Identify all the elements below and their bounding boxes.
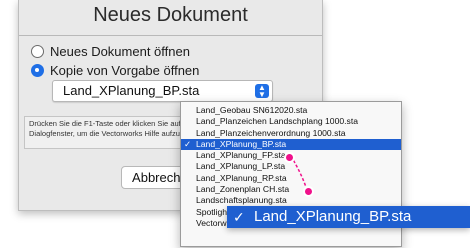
menu-item[interactable]: Land_XPlanung_LP.sta: [181, 161, 401, 172]
menu-item-label: Land_XPlanung_FP.sta: [196, 150, 286, 161]
menu-item-label: Land_XPlanung_BP.sta: [196, 138, 287, 149]
menu-item[interactable]: Land_XPlanung_RP.sta: [181, 173, 401, 184]
chevron-updown-icon[interactable]: ▲ ▼: [255, 84, 269, 99]
menu-item[interactable]: ✓ Land_XPlanung_BP.sta: [181, 138, 401, 151]
menu-item-label: Land_Zonenplan CH.sta: [196, 184, 290, 195]
menu-item-label: Land_XPlanung_LP.sta: [196, 161, 286, 172]
menu-item[interactable]: Landschaftsplanung.sta: [181, 195, 401, 206]
new-document-label: Neues Dokument öffnen: [50, 43, 190, 59]
menu-item-label: Land_Planzeichenverordnung 1000.sta: [196, 127, 346, 138]
radio-template[interactable]: [31, 63, 44, 77]
checkmark-icon: ✓: [233, 209, 245, 225]
template-popup-button[interactable]: Land_XPlanung_BP.sta ▲ ▼: [52, 80, 273, 102]
zoomed-item-label: Land_XPlanung_BP.sta: [254, 208, 412, 225]
pointer-dot-end: [303, 186, 314, 197]
template-option[interactable]: Kopie von Vorgabe öffnen: [31, 61, 199, 79]
new-document-option[interactable]: Neues Dokument öffnen: [31, 42, 190, 60]
menu-item[interactable]: Land_Zonenplan CH.sta: [181, 184, 401, 195]
menu-item-label: Land_Planzeichen Landschplang 1000.sta: [196, 116, 358, 127]
zoomed-selected-item[interactable]: ✓ Land_XPlanung_BP.sta: [227, 206, 470, 228]
dialog-title: Neues Dokument: [93, 4, 248, 26]
menu-item[interactable]: Land_Planzeichen Landschplang 1000.sta: [181, 116, 401, 127]
menu-item-label: Land_Geobau SN612020.sta: [196, 105, 308, 115]
title-divider: [19, 35, 322, 36]
radio-new-document[interactable]: [31, 44, 44, 58]
template-option-label: Kopie von Vorgabe öffnen: [50, 62, 200, 78]
template-popup-value: Land_XPlanung_BP.sta: [63, 83, 200, 98]
pointer-dot-start: [284, 152, 295, 163]
menu-item-label: Land_XPlanung_RP.sta: [196, 172, 287, 183]
menu-item-label: Landschaftsplanung.sta: [196, 195, 287, 206]
menu-item[interactable]: Land_Geobau SN612020.sta: [181, 105, 401, 116]
checkmark-icon: ✓: [184, 138, 192, 149]
menu-item[interactable]: Land_Planzeichenverordnung 1000.sta: [181, 128, 401, 139]
